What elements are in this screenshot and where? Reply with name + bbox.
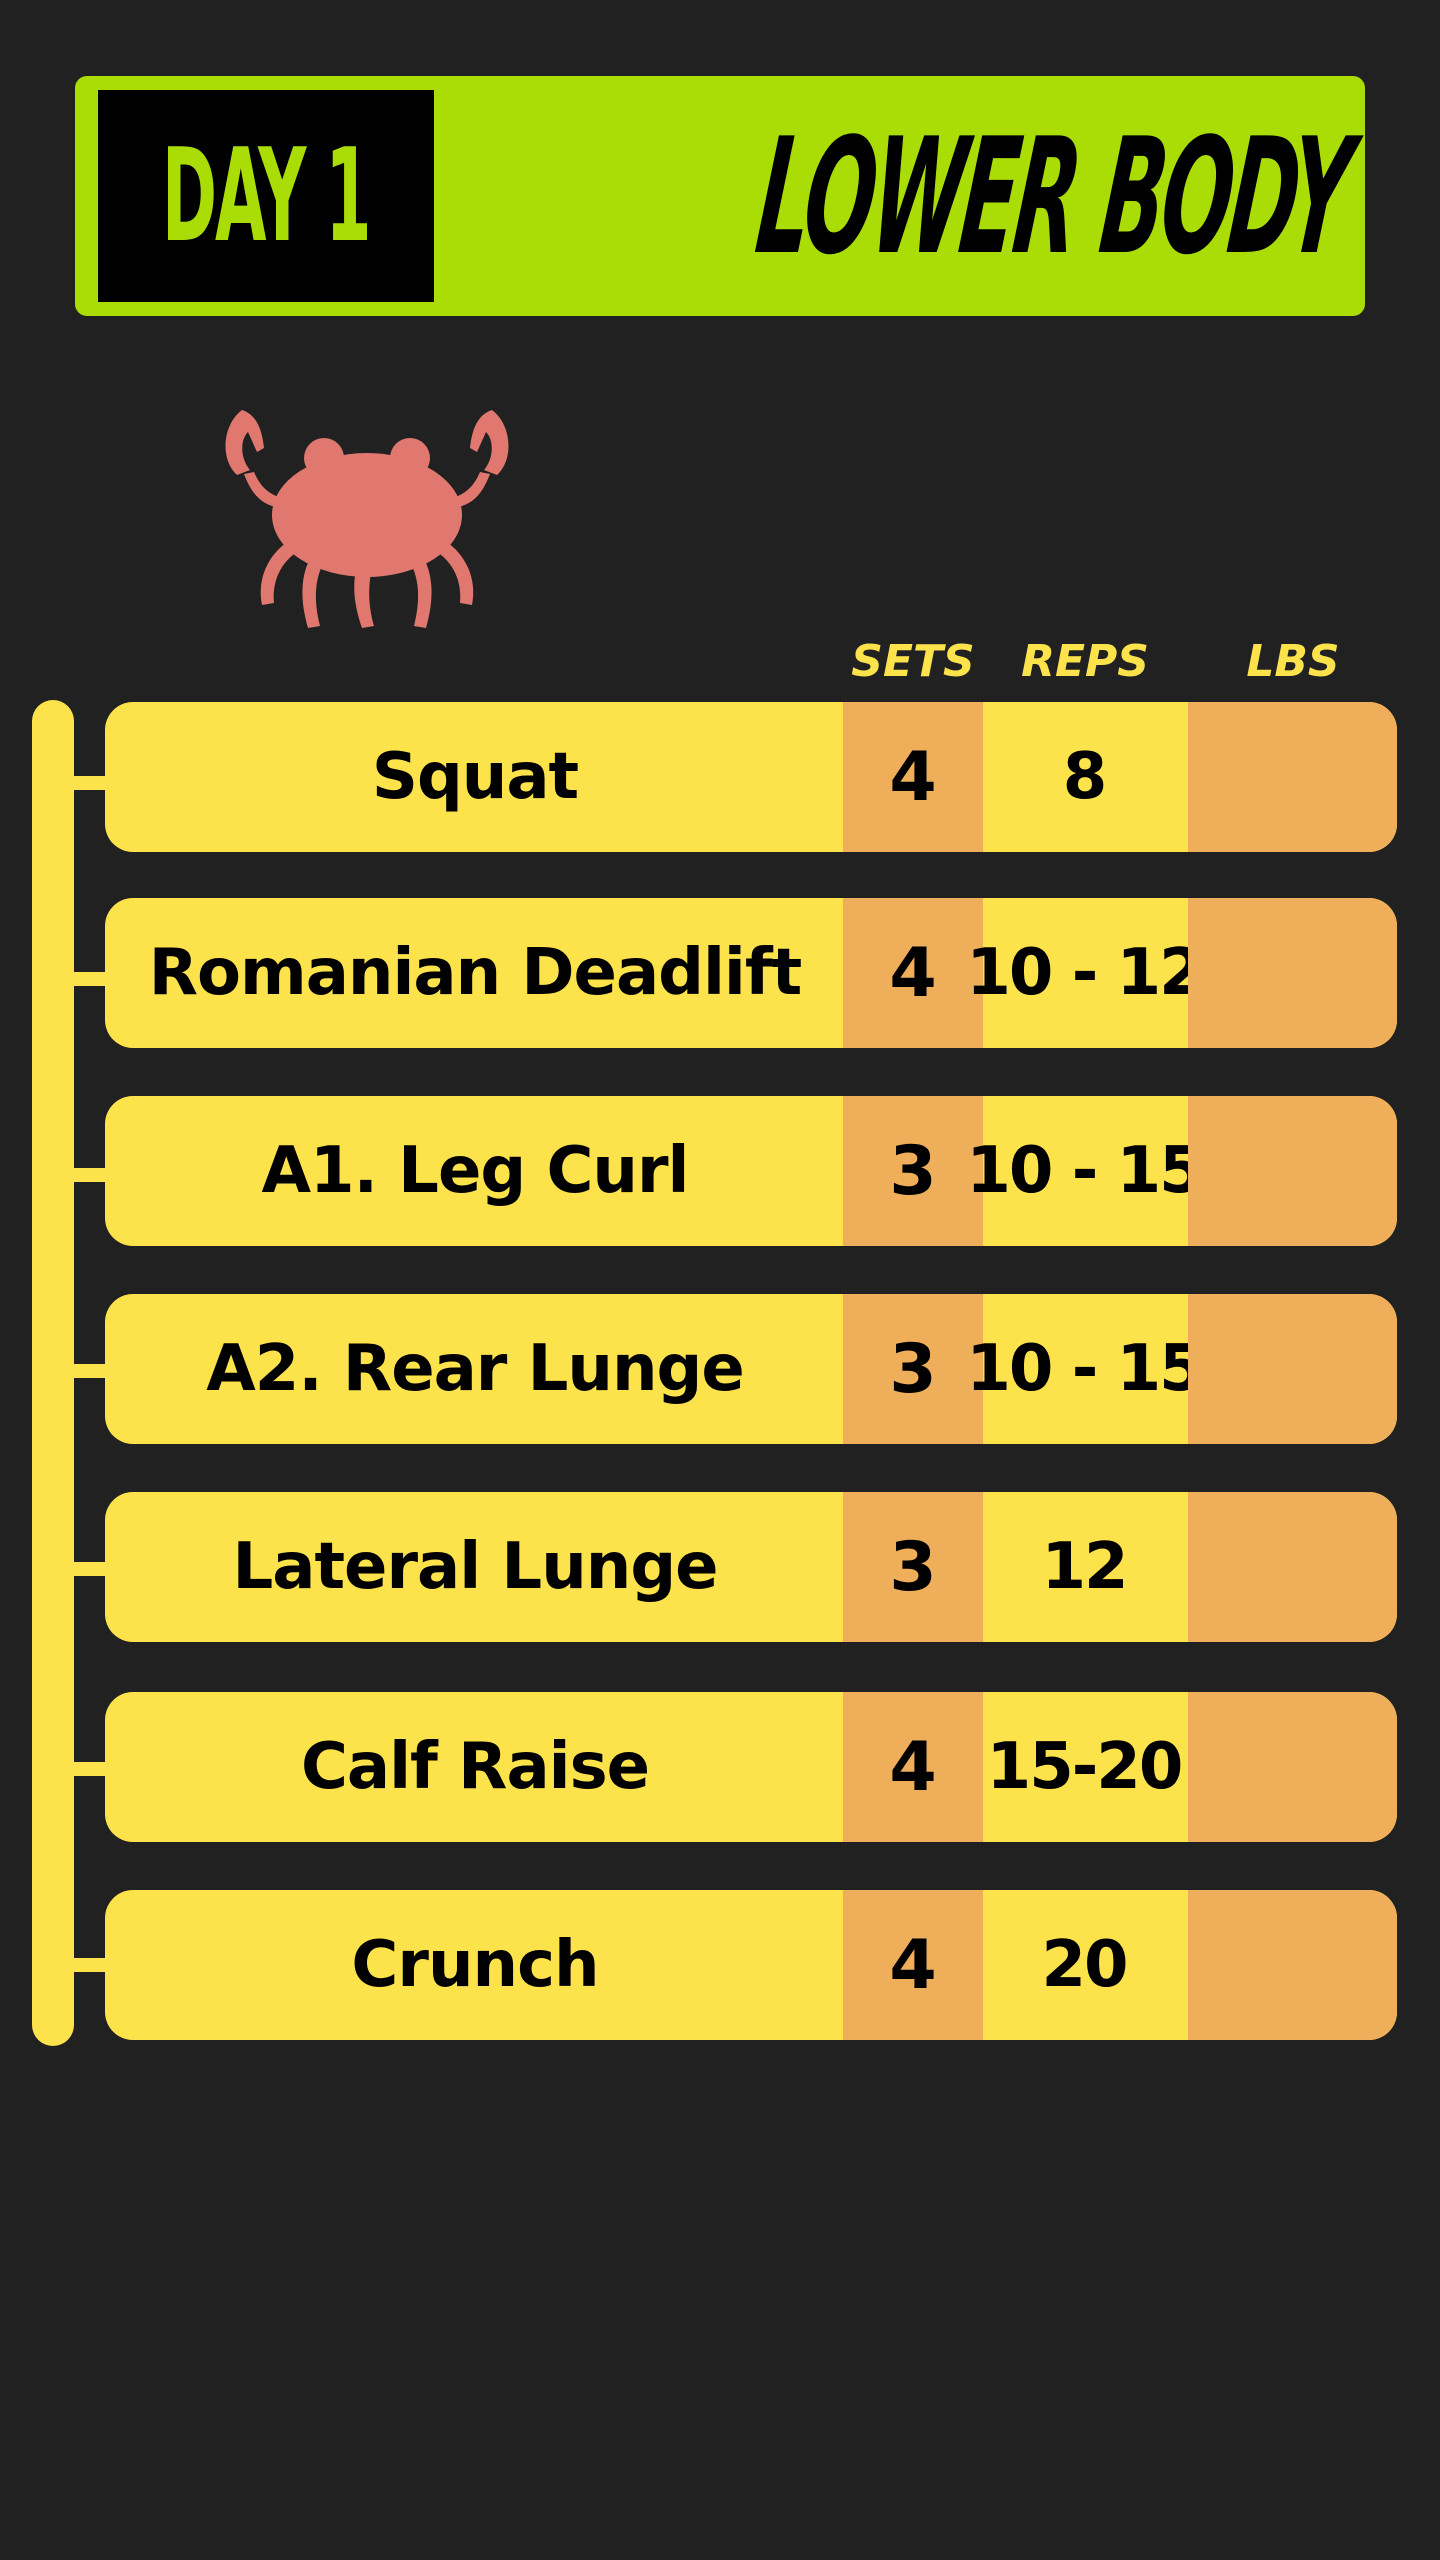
rail-tick [60, 776, 110, 790]
crab-icon [225, 410, 509, 628]
exercise-name: Calf Raise [300, 1730, 650, 1804]
exercise-reps: 8 [1062, 740, 1108, 814]
rail-tick [60, 1958, 110, 1972]
exercise-reps: 20 [1041, 1928, 1128, 2002]
exercise-reps: 12 [1041, 1530, 1128, 1604]
workout-title: LOWER BODY [748, 102, 1357, 290]
exercise-name: A2. Rear Lunge [206, 1332, 745, 1406]
rail-tick [60, 1762, 110, 1776]
page-title: LOWER BODY [216, 76, 1357, 316]
exercise-name: Crunch [351, 1928, 599, 2002]
exercise-reps: 10 - 15 [966, 1134, 1203, 1208]
exercise-row: Squat 4 8 [105, 702, 1397, 852]
exercise-sets: 4 [843, 1692, 983, 1842]
exercise-sets: 3 [843, 1492, 983, 1642]
column-header-lbs: LBS [1246, 636, 1340, 687]
exercise-sets: 4 [843, 702, 983, 852]
rail-tick [60, 1562, 110, 1576]
exercise-sets: 4 [843, 898, 983, 1048]
rail-tick [60, 972, 110, 986]
exercise-lbs-cell[interactable] [1188, 702, 1397, 852]
exercise-row: A2. Rear Lunge 3 10 - 15 [105, 1294, 1397, 1444]
exercise-lbs-cell[interactable] [1188, 1692, 1397, 1842]
exercise-sets: 3 [843, 1096, 983, 1246]
exercise-row: Calf Raise 4 15-20 [105, 1692, 1397, 1842]
exercise-lbs-cell[interactable] [1188, 1890, 1397, 2040]
exercise-lbs-cell[interactable] [1188, 898, 1397, 1048]
exercise-row: A1. Leg Curl 3 10 - 15 [105, 1096, 1397, 1246]
exercise-reps: 10 - 12 [966, 936, 1203, 1010]
exercise-reps: 15-20 [986, 1730, 1184, 1804]
exercise-lbs-cell[interactable] [1188, 1492, 1397, 1642]
header-banner: DAY 1 LOWER BODY [75, 76, 1365, 316]
exercise-lbs-cell[interactable] [1188, 1294, 1397, 1444]
exercise-name: Squat [371, 740, 579, 814]
exercise-sets: 4 [843, 1890, 983, 2040]
exercise-sets: 3 [843, 1294, 983, 1444]
exercise-name: Lateral Lunge [232, 1530, 718, 1604]
exercise-name: Romanian Deadlift [148, 936, 803, 1010]
exercise-row: Lateral Lunge 3 12 [105, 1492, 1397, 1642]
column-header-reps: REPS [1021, 636, 1149, 687]
rail-tick [60, 1168, 110, 1182]
exercise-name: A1. Leg Curl [261, 1134, 690, 1208]
exercise-row: Crunch 4 20 [105, 1890, 1397, 2040]
exercise-reps: 10 - 15 [966, 1332, 1203, 1406]
exercise-lbs-cell[interactable] [1188, 1096, 1397, 1246]
exercise-row: Romanian Deadlift 4 10 - 12 [105, 898, 1397, 1048]
column-header-sets: SETS [851, 636, 975, 687]
rail-tick [60, 1364, 110, 1378]
